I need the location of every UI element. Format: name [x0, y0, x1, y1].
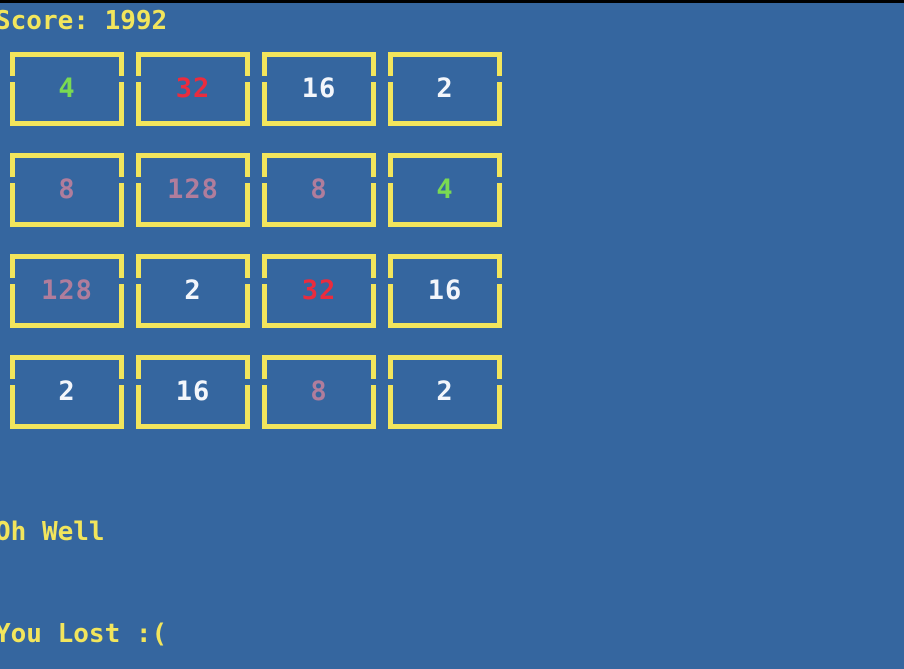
tile-border-bottom [14, 222, 120, 227]
message-oh-well: Oh Well [0, 517, 105, 547]
tile-border-bottom [266, 121, 372, 126]
tile-border-bottom [14, 424, 120, 429]
tile-border-bottom [266, 222, 372, 227]
tile-border-top [392, 355, 498, 360]
tile-border-top [392, 52, 498, 57]
tile-value: 32 [301, 275, 337, 306]
tile-r0c1[interactable]: 32 [136, 52, 250, 126]
screen: Score: 1992 4 32 16 2 8 128 8 4 128 2 32… [0, 0, 904, 669]
tile-border-bottom [140, 424, 246, 429]
tile-border-top [266, 52, 372, 57]
tile-value: 8 [310, 376, 328, 407]
tile-value: 16 [175, 376, 211, 407]
tile-r2c0[interactable]: 128 [10, 254, 124, 328]
tile-border-bottom [266, 424, 372, 429]
tile-r2c2[interactable]: 32 [262, 254, 376, 328]
tile-value: 2 [58, 376, 76, 407]
board-row: 128 2 32 16 [10, 254, 510, 355]
tile-border-bottom [14, 323, 120, 328]
tile-r3c3[interactable]: 2 [388, 355, 502, 429]
tile-r0c3[interactable]: 2 [388, 52, 502, 126]
tile-value: 128 [167, 174, 219, 205]
tile-border-top [140, 254, 246, 259]
tile-border-top [14, 52, 120, 57]
tile-border-bottom [392, 222, 498, 227]
tile-r0c2[interactable]: 16 [262, 52, 376, 126]
tile-border-top [14, 153, 120, 158]
tile-r3c0[interactable]: 2 [10, 355, 124, 429]
tile-value: 16 [301, 73, 337, 104]
tile-border-top [140, 355, 246, 360]
tile-border-top [140, 52, 246, 57]
tile-r2c3[interactable]: 16 [388, 254, 502, 328]
tile-value: 4 [436, 174, 454, 205]
board-row: 4 32 16 2 [10, 52, 510, 153]
tile-r1c0[interactable]: 8 [10, 153, 124, 227]
tile-value: 8 [58, 174, 76, 205]
tile-border-top [266, 254, 372, 259]
tile-border-bottom [392, 424, 498, 429]
tile-border-top [140, 153, 246, 158]
tile-border-top [392, 153, 498, 158]
tile-border-bottom [140, 323, 246, 328]
tile-r1c3[interactable]: 4 [388, 153, 502, 227]
tile-value: 128 [41, 275, 93, 306]
tile-border-bottom [140, 121, 246, 126]
game-board: 4 32 16 2 8 128 8 4 128 2 32 16 2 16 8 2 [10, 52, 510, 456]
tile-border-top [266, 153, 372, 158]
tile-border-top [14, 254, 120, 259]
tile-r3c2[interactable]: 8 [262, 355, 376, 429]
terminal-window[interactable]: Score: 1992 4 32 16 2 8 128 8 4 128 2 32… [0, 3, 904, 669]
board-row: 8 128 8 4 [10, 153, 510, 254]
tile-value: 16 [427, 275, 463, 306]
tile-value: 2 [184, 275, 202, 306]
tile-r3c1[interactable]: 16 [136, 355, 250, 429]
tile-r1c1[interactable]: 128 [136, 153, 250, 227]
tile-border-top [266, 355, 372, 360]
tile-border-top [392, 254, 498, 259]
tile-value: 8 [310, 174, 328, 205]
tile-value: 4 [58, 73, 76, 104]
tile-r0c0[interactable]: 4 [10, 52, 124, 126]
tile-value: 32 [175, 73, 211, 104]
board-row: 2 16 8 2 [10, 355, 510, 456]
tile-border-bottom [14, 121, 120, 126]
game-over-messages: Oh Well You Lost :( Play again? (y/n) [0, 447, 276, 669]
tile-border-bottom [392, 323, 498, 328]
tile-value: 2 [436, 376, 454, 407]
tile-border-bottom [266, 323, 372, 328]
tile-border-bottom [140, 222, 246, 227]
tile-border-top [14, 355, 120, 360]
tile-r2c1[interactable]: 2 [136, 254, 250, 328]
message-you-lost: You Lost :( [0, 619, 168, 649]
tile-border-bottom [392, 121, 498, 126]
tile-value: 2 [436, 73, 454, 104]
score-line: Score: 1992 [0, 6, 168, 36]
tile-r1c2[interactable]: 8 [262, 153, 376, 227]
